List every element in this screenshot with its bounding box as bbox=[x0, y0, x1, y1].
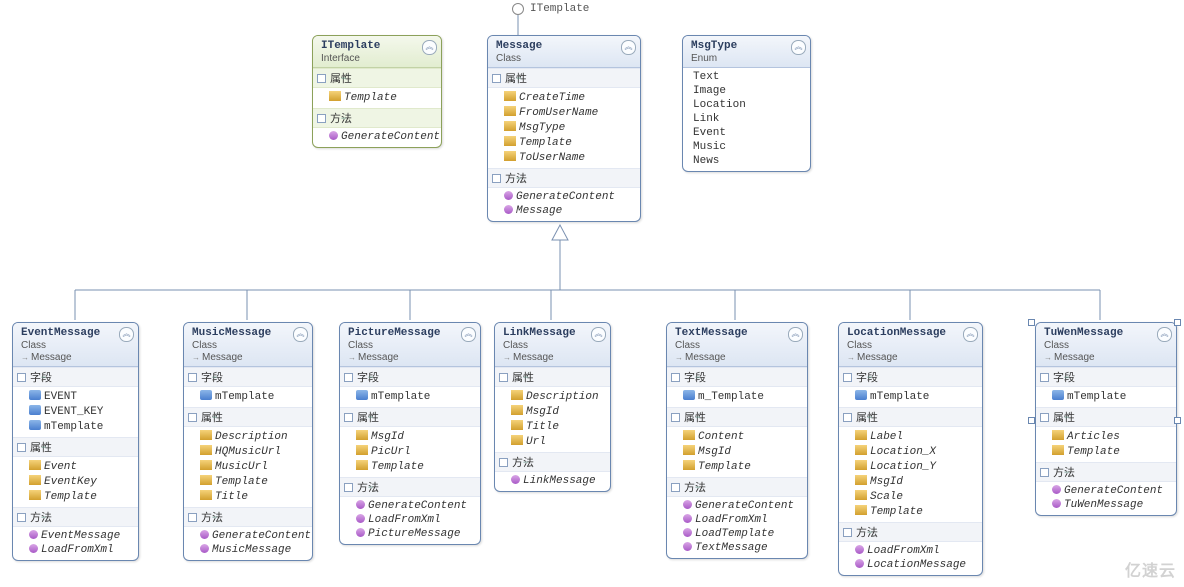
member-item: LoadFromXml bbox=[356, 513, 478, 527]
collapse-icon[interactable] bbox=[621, 40, 636, 55]
member-item: mTemplate bbox=[29, 419, 136, 434]
class-kind: Class bbox=[496, 53, 634, 64]
interface-label: ITemplate bbox=[530, 3, 589, 15]
member-item: Template bbox=[504, 135, 638, 150]
member-item: Location_Y bbox=[855, 459, 980, 474]
member-item: Title bbox=[200, 489, 310, 504]
member-item: Label bbox=[855, 429, 980, 444]
member-item: m_Template bbox=[683, 389, 805, 404]
enum-msgtype[interactable]: MsgType Enum TextImageLocationLinkEventM… bbox=[682, 35, 811, 172]
member-item: EventKey bbox=[29, 474, 136, 489]
class-tuwenmessage[interactable]: TuWenMessage Class Message 字段 mTemplate … bbox=[1035, 322, 1177, 516]
collapse-icon[interactable] bbox=[791, 40, 806, 55]
selection-handle[interactable] bbox=[1028, 417, 1035, 424]
watermark: 亿速云 bbox=[1125, 557, 1176, 581]
member-item: GenerateContent bbox=[683, 499, 805, 513]
member-item: MusicUrl bbox=[200, 459, 310, 474]
member-item: LoadFromXml bbox=[29, 543, 136, 557]
class-linkmessage[interactable]: LinkMessage Class Message 属性 Description… bbox=[494, 322, 611, 492]
member-item: Location bbox=[693, 98, 808, 112]
member-item: Description bbox=[200, 429, 310, 444]
class-name: Message bbox=[496, 40, 634, 52]
member-item: PicUrl bbox=[356, 444, 478, 459]
class-kind: Interface bbox=[321, 53, 435, 64]
member-item: GenerateContent bbox=[1052, 484, 1174, 498]
collapse-icon[interactable] bbox=[422, 40, 437, 55]
member-item: MusicMessage bbox=[200, 543, 310, 557]
class-locationmessage[interactable]: LocationMessage Class Message 字段 mTempla… bbox=[838, 322, 983, 576]
section-properties[interactable]: 属性 bbox=[313, 68, 441, 88]
collapse-icon[interactable] bbox=[788, 327, 803, 342]
member-item: Template bbox=[1052, 444, 1174, 459]
member-item: Template bbox=[683, 459, 805, 474]
class-eventmessage[interactable]: EventMessage Class Message 字段 EVENTEVENT… bbox=[12, 322, 139, 561]
member-item: GenerateContent bbox=[504, 190, 638, 204]
class-message[interactable]: Message Class 属性 CreateTimeFromUserNameM… bbox=[487, 35, 641, 222]
collapse-icon[interactable] bbox=[1157, 327, 1172, 342]
collapse-icon[interactable] bbox=[119, 327, 134, 342]
member-item: EventMessage bbox=[29, 529, 136, 543]
member-item: LocationMessage bbox=[855, 558, 980, 572]
member-item: Event bbox=[693, 126, 808, 140]
member-item: Template bbox=[329, 90, 439, 105]
member-item: Articles bbox=[1052, 429, 1174, 444]
member-item: LinkMessage bbox=[511, 474, 608, 488]
member-item: LoadFromXml bbox=[855, 544, 980, 558]
member-item: Location_X bbox=[855, 444, 980, 459]
member-item: FromUserName bbox=[504, 105, 638, 120]
member-item: Title bbox=[511, 419, 608, 434]
member-item: Description bbox=[511, 389, 608, 404]
collapse-icon[interactable] bbox=[293, 327, 308, 342]
member-item: MsgType bbox=[504, 120, 638, 135]
section-methods[interactable]: 方法 bbox=[313, 108, 441, 128]
selection-handle[interactable] bbox=[1028, 319, 1035, 326]
member-item: Content bbox=[683, 429, 805, 444]
member-item: mTemplate bbox=[356, 389, 478, 404]
class-picturemessage[interactable]: PictureMessage Class Message 字段 mTemplat… bbox=[339, 322, 481, 545]
member-item: GenerateContent bbox=[356, 499, 478, 513]
member-item: Template bbox=[356, 459, 478, 474]
member-item: Text bbox=[693, 70, 808, 84]
member-item: MsgId bbox=[356, 429, 478, 444]
member-item: HQMusicUrl bbox=[200, 444, 310, 459]
member-item: Template bbox=[29, 489, 136, 504]
member-item: MsgId bbox=[855, 474, 980, 489]
member-item: mTemplate bbox=[855, 389, 980, 404]
collapse-icon[interactable] bbox=[963, 327, 978, 342]
member-item: Template bbox=[200, 474, 310, 489]
member-item: TuWenMessage bbox=[1052, 498, 1174, 512]
member-item: CreateTime bbox=[504, 90, 638, 105]
member-item: PictureMessage bbox=[356, 527, 478, 541]
member-item: Link bbox=[693, 112, 808, 126]
member-item: MsgId bbox=[683, 444, 805, 459]
class-musicmessage[interactable]: MusicMessage Class Message 字段 mTemplate … bbox=[183, 322, 313, 561]
member-item: mTemplate bbox=[1052, 389, 1174, 404]
selection-handle[interactable] bbox=[1174, 417, 1181, 424]
member-item: Template bbox=[855, 504, 980, 519]
member-item: LoadTemplate bbox=[683, 527, 805, 541]
member-item: GenerateContent bbox=[200, 529, 310, 543]
member-item: Scale bbox=[855, 489, 980, 504]
member-item: EVENT bbox=[29, 389, 136, 404]
collapse-icon[interactable] bbox=[461, 327, 476, 342]
collapse-icon[interactable] bbox=[591, 327, 606, 342]
member-item: TextMessage bbox=[683, 541, 805, 555]
interface-lollipop bbox=[512, 3, 524, 15]
member-item: LoadFromXml bbox=[683, 513, 805, 527]
member-item: Image bbox=[693, 84, 808, 98]
member-item: News bbox=[693, 154, 808, 168]
class-itemplate[interactable]: ITemplate Interface 属性 Template 方法 Gener… bbox=[312, 35, 442, 148]
member-item: MsgId bbox=[511, 404, 608, 419]
member-item: Event bbox=[29, 459, 136, 474]
member-item: Music bbox=[693, 140, 808, 154]
member-item: mTemplate bbox=[200, 389, 310, 404]
class-textmessage[interactable]: TextMessage Class Message 字段 m_Template … bbox=[666, 322, 808, 559]
selection-handle[interactable] bbox=[1174, 319, 1181, 326]
member-item: ToUserName bbox=[504, 150, 638, 165]
member-item: Url bbox=[511, 434, 608, 449]
member-item: EVENT_KEY bbox=[29, 404, 136, 419]
class-name: ITemplate bbox=[321, 40, 435, 52]
member-item: GenerateContent bbox=[329, 130, 439, 144]
member-item: Message bbox=[504, 204, 638, 218]
